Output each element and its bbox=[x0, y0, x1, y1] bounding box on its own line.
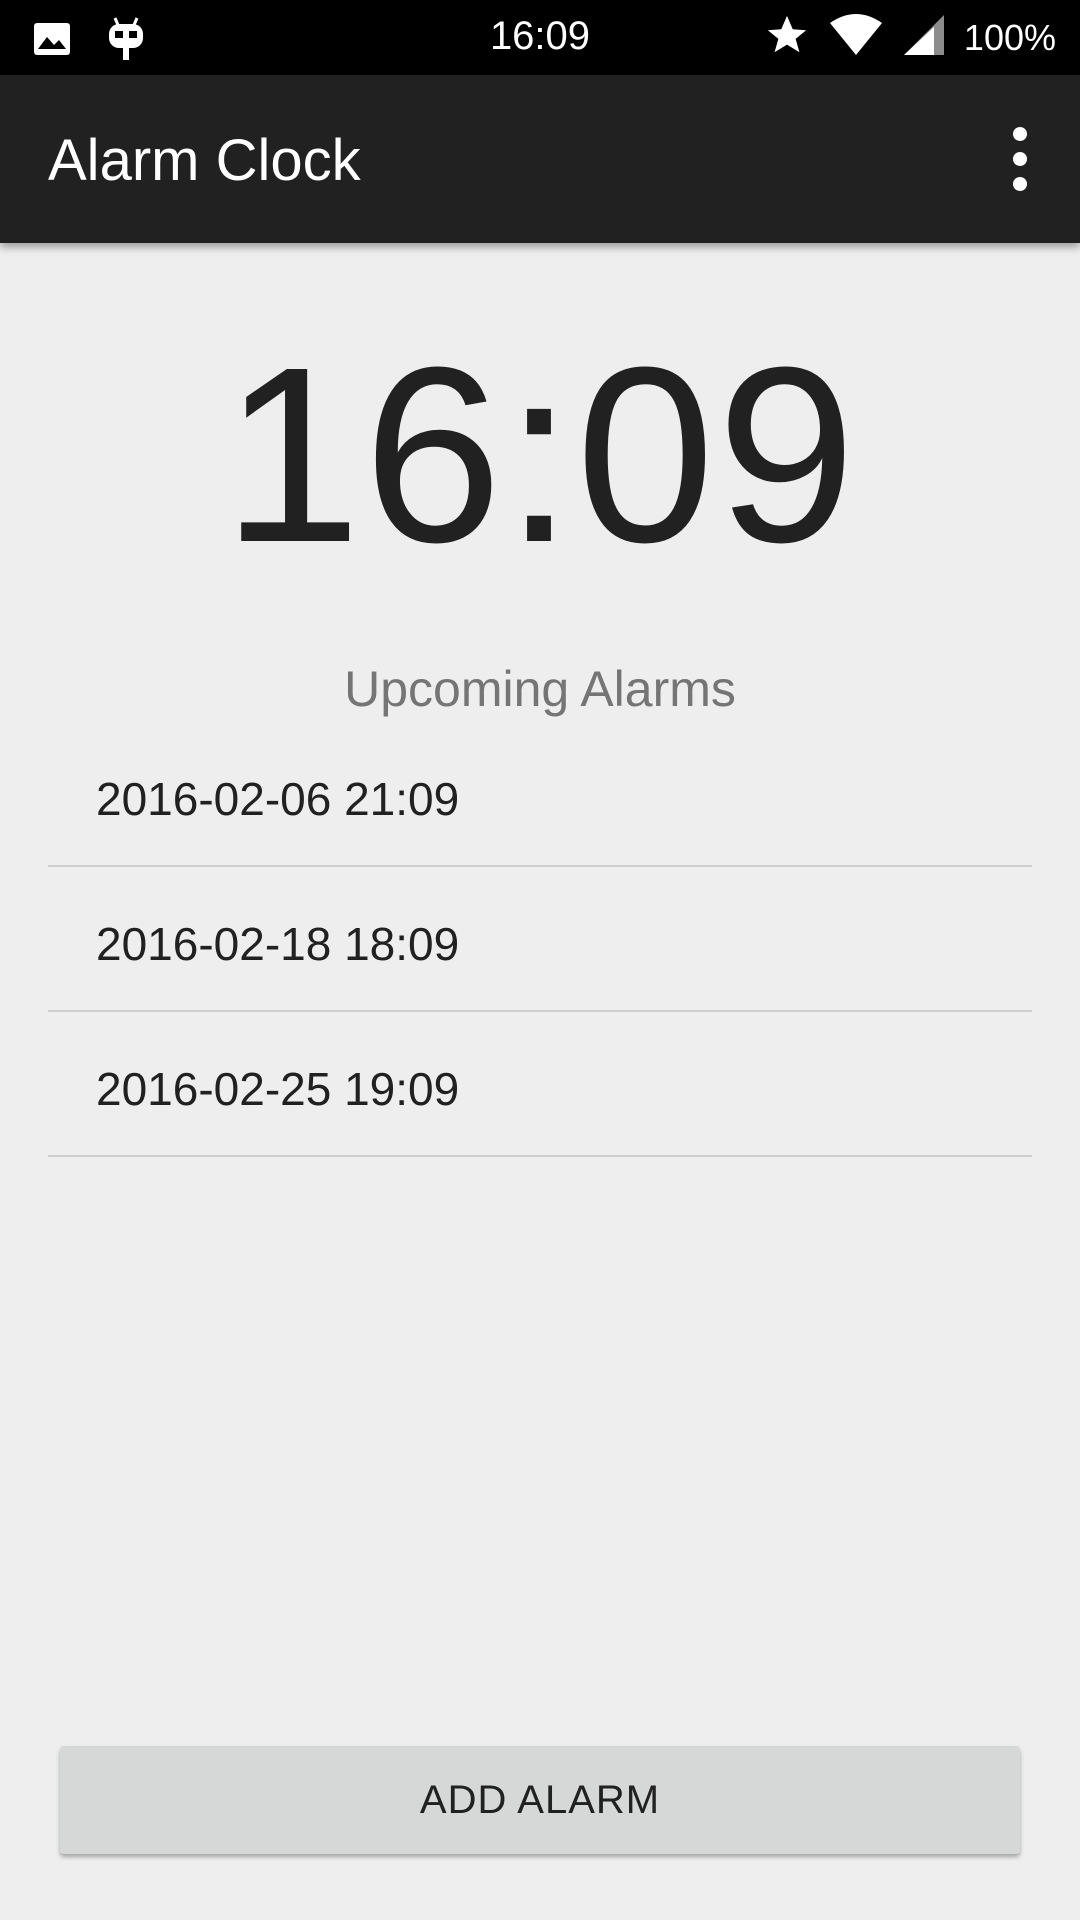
alarm-datetime: 2016-02-25 19:09 bbox=[96, 1063, 460, 1115]
app-title: Alarm Clock bbox=[48, 128, 361, 193]
app-toolbar: Alarm Clock bbox=[0, 75, 1080, 243]
overflow-dot bbox=[1013, 127, 1027, 141]
add-alarm-button[interactable]: ADD ALARM bbox=[60, 1746, 1020, 1854]
star-icon bbox=[764, 12, 810, 63]
current-time-display: 16:09 bbox=[222, 315, 858, 594]
overflow-dot bbox=[1013, 177, 1027, 191]
upcoming-alarms-heading: Upcoming Alarms bbox=[344, 661, 736, 717]
battery-percentage: 100% bbox=[963, 16, 1056, 58]
alarm-list: 2016-02-06 21:09 2016-02-18 18:09 2016-0… bbox=[48, 722, 1032, 1157]
more-vert-icon[interactable] bbox=[1000, 127, 1040, 191]
alarm-list-item[interactable]: 2016-02-18 18:09 bbox=[48, 867, 1032, 1012]
overflow-dot bbox=[1013, 152, 1027, 166]
alarm-list-item[interactable]: 2016-02-06 21:09 bbox=[48, 722, 1032, 867]
status-bar: 16:09 100% bbox=[0, 0, 1080, 75]
status-bar-right-icons: 100% bbox=[764, 12, 1056, 63]
alarm-clock-screen: 16:09 100% Alarm Clock 16:09 Upcoming Al… bbox=[0, 0, 1080, 1920]
alarm-datetime: 2016-02-18 18:09 bbox=[96, 918, 460, 970]
signal-icon bbox=[902, 13, 946, 62]
alarm-datetime: 2016-02-06 21:09 bbox=[96, 773, 460, 825]
alarm-list-item[interactable]: 2016-02-25 19:09 bbox=[48, 1012, 1032, 1157]
wifi-icon bbox=[828, 13, 884, 62]
